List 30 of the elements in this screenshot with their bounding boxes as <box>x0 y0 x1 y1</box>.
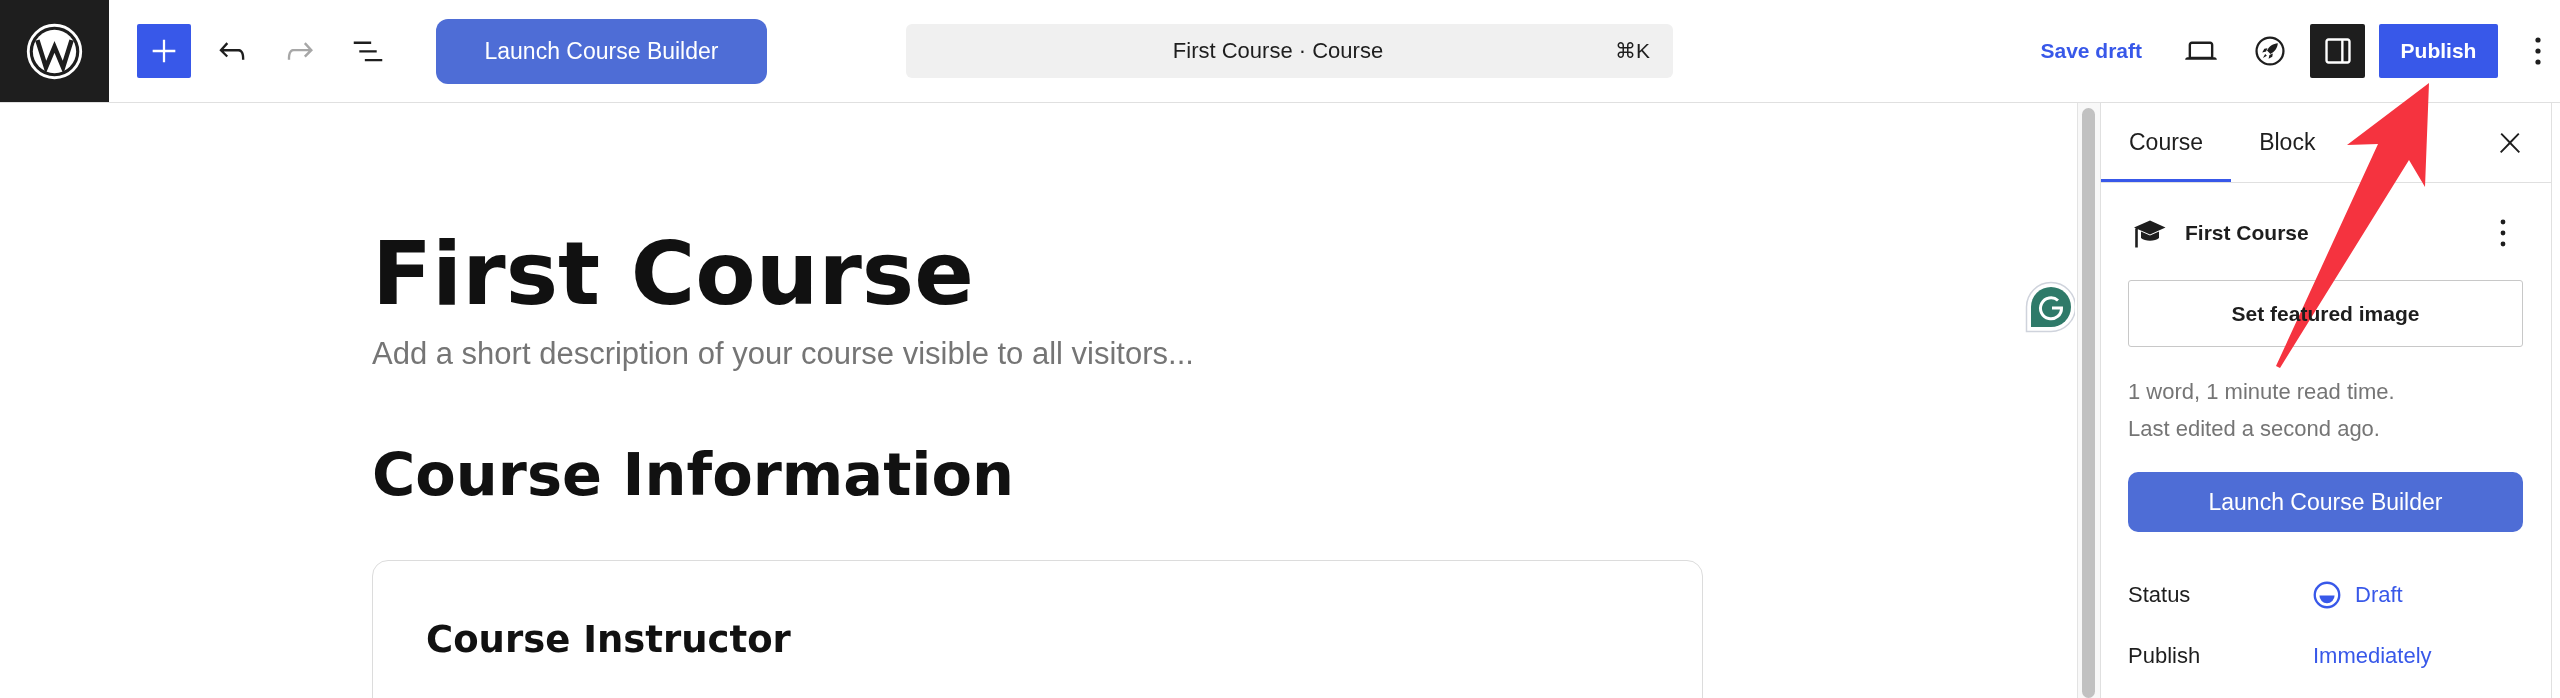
save-draft-button[interactable]: Save draft <box>2032 24 2150 78</box>
status-button[interactable]: Draft <box>2313 580 2403 609</box>
post-stats-text: Last edited a second ago. <box>2128 415 2380 443</box>
rocket-icon <box>2253 34 2287 68</box>
draft-status-icon <box>2313 580 2341 609</box>
publish-button[interactable]: Publish <box>2379 24 2498 78</box>
shortcut-label: ⌘K <box>1615 39 1650 63</box>
post-title: First Course <box>372 230 974 318</box>
field-label: Status <box>2128 581 2192 608</box>
post-name: First Course <box>2185 221 2309 245</box>
launch-course-builder-button[interactable]: Launch Course Builder <box>436 18 767 84</box>
card-title: Course Instructor <box>426 621 791 658</box>
section-heading: Course Information <box>372 445 1015 504</box>
scrollbar-thumb[interactable] <box>2082 108 2095 698</box>
more-icon <box>2534 36 2542 66</box>
site-logo-button[interactable] <box>0 0 109 102</box>
publish-date-button[interactable]: Immediately <box>2313 642 2432 669</box>
add-block-button[interactable] <box>137 24 191 78</box>
g-badge-icon[interactable] <box>2025 281 2075 333</box>
logo-icon <box>26 22 83 80</box>
command-bar[interactable]: First Course · Course ⌘K <box>906 24 1673 78</box>
sidebar-toggle-button[interactable] <box>2310 24 2365 78</box>
launch-course-builder-button[interactable]: Launch Course Builder <box>2128 472 2523 532</box>
field-label: Publish <box>2128 642 2202 669</box>
graduation-cap-icon <box>2133 218 2166 248</box>
post-stats-text: 1 word, 1 minute read time. <box>2128 378 2395 406</box>
more-icon <box>2499 218 2507 248</box>
sidebar-tab[interactable]: Block <box>2231 103 2344 182</box>
description-field[interactable]: Add a short description of your course visible to all visitors... <box>372 335 1194 373</box>
sidebar-tab[interactable]: Course <box>2101 103 2232 182</box>
